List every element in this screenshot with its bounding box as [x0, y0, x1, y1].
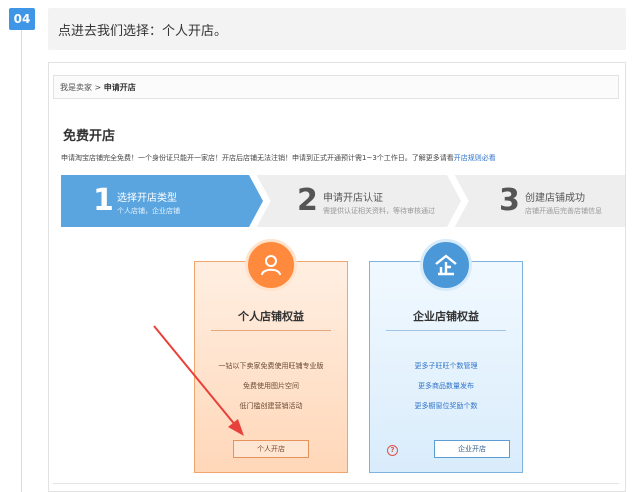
step-header: 点进去我们选择：个人开店。 — [48, 8, 626, 50]
enterprise-icon — [420, 239, 472, 291]
benefit-item: 免费使用图片空间 — [243, 382, 299, 390]
wizard-step-1-title: 选择开店类型 — [117, 193, 177, 204]
wizard-step-3-title: 创建店铺成功 — [525, 193, 585, 204]
wizard-step-1-desc: 个人店铺，企业店铺 — [117, 207, 180, 215]
benefit-item: 更多子旺旺个数管理 — [414, 362, 478, 370]
tutorial-page: 04 点进去我们选择：个人开店。 我是卖家 > 申请开店 免费开店 申请淘宝店铺… — [0, 0, 640, 492]
wizard-step-3: 3 创建店铺成功 店铺开通后完善店铺信息 — [459, 175, 625, 227]
personal-card-title: 个人店铺权益 — [238, 310, 304, 323]
wizard-step-2: 2 申请开店认证 需提供认证相关资料，等待审核通过 — [261, 175, 451, 227]
wizard-step-3-desc: 店铺开通后完善店铺信息 — [525, 207, 602, 215]
company-store-card[interactable]: 企业店铺权益 更多子旺旺个数管理 更多商品数量发布 更多橱窗位奖励个数 ? 企业… — [369, 239, 523, 473]
person-icon — [245, 239, 297, 291]
page-title: 免费开店 — [63, 129, 116, 144]
breadcrumb-separator: > — [92, 83, 104, 92]
step-instruction: 点进去我们选择：个人开店。 — [58, 24, 228, 39]
benefit-item: 一钻以下卖家免费使用旺铺专业版 — [218, 362, 324, 370]
open-store-notice: 申请淘宝店铺完全免费！一个身份证只能开一家店！开店后店铺无法注销！申请到正式开通… — [61, 153, 496, 163]
personal-open-store-button[interactable]: 个人开店 — [233, 440, 309, 458]
breadcrumb-current: 申请开店 — [103, 83, 136, 92]
wizard-step-2-title: 申请开店认证 — [323, 193, 383, 204]
personal-store-card[interactable]: 个人店铺权益 一钻以下卖家免费使用旺铺专业版 免费使用图片空间 低门槛创建营销活… — [194, 239, 348, 473]
help-icon[interactable]: ? — [387, 445, 398, 456]
company-benefit-list: 更多子旺旺个数管理 更多商品数量发布 更多橱窗位奖励个数 — [370, 360, 522, 420]
breadcrumb: 我是卖家 > 申请开店 — [53, 75, 619, 99]
personal-card-divider — [211, 330, 331, 331]
breadcrumb-root-link[interactable]: 我是卖家 — [60, 83, 92, 92]
wizard-step-2-desc: 需提供认证相关资料，等待审核通过 — [323, 207, 435, 215]
benefit-item: 更多商品数量发布 — [418, 382, 474, 390]
store-rules-link[interactable]: 开店规则必看 — [454, 154, 496, 162]
wizard-step-2-number: 2 — [297, 183, 318, 218]
step-number-badge: 04 — [9, 8, 35, 30]
open-store-wizard: 1 选择开店类型 个人店铺，企业店铺 2 申请开店认证 需提供认证相关资料，等待… — [61, 175, 625, 227]
notice-text: 申请淘宝店铺完全免费！一个身份证只能开一家店！开店后店铺无法注销！申请到正式开通… — [61, 154, 454, 162]
wizard-step-3-number: 3 — [499, 183, 520, 218]
wizard-step-1-number: 1 — [93, 183, 114, 218]
bottom-divider — [53, 483, 619, 484]
timeline-line — [21, 30, 22, 492]
wizard-step-1: 1 选择开店类型 个人店铺，企业店铺 — [61, 175, 251, 227]
company-card-title: 企业店铺权益 — [413, 310, 479, 323]
company-card-divider — [386, 330, 506, 331]
company-open-store-button[interactable]: 企业开店 — [434, 440, 510, 458]
benefit-item: 更多橱窗位奖励个数 — [414, 402, 478, 410]
benefit-item: 低门槛创建营销活动 — [239, 402, 303, 410]
personal-benefit-list: 一钻以下卖家免费使用旺铺专业版 免费使用图片空间 低门槛创建营销活动 — [195, 360, 347, 420]
taobao-screenshot: 我是卖家 > 申请开店 免费开店 申请淘宝店铺完全免费！一个身份证只能开一家店！… — [48, 62, 626, 492]
